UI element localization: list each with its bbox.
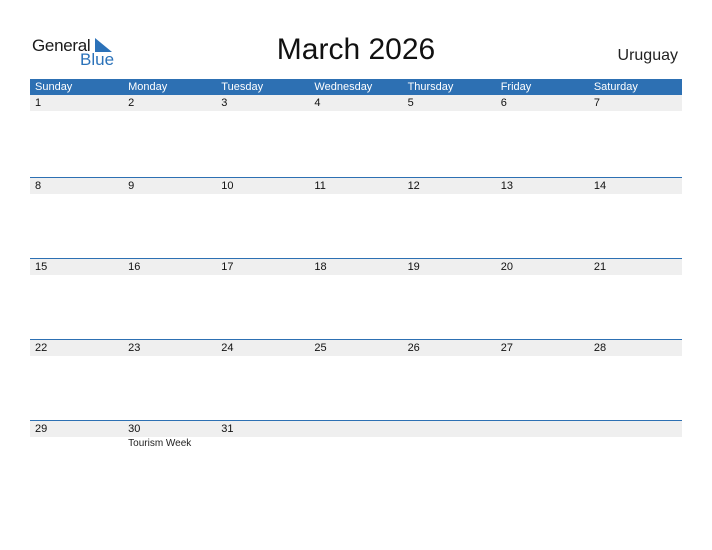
day-number: 20 (500, 261, 513, 273)
week-row: 15 16 17 18 19 20 21 (30, 258, 682, 339)
country-label: Uruguay (617, 47, 678, 64)
week-row: 29 30 31 Tourism Week (30, 420, 682, 501)
weekday-header: Sunday Monday Tuesday Wednesday Thursday Frid… (30, 79, 682, 95)
day-event (309, 437, 402, 450)
day-number: 16 (128, 261, 141, 273)
day-number: 25 (314, 342, 327, 354)
date-strip: 8 9 10 11 12 13 14 (30, 178, 682, 194)
day-number: 9 (128, 180, 135, 192)
week-row: 22 23 24 25 26 27 28 (30, 339, 682, 420)
day-number: 17 (221, 261, 234, 273)
day-number: 24 (221, 342, 234, 354)
day-number: 5 (407, 97, 414, 109)
day-number (309, 421, 402, 437)
day-event (30, 437, 123, 450)
weekday-monday: Monday (128, 81, 168, 93)
day-number: 21 (593, 261, 607, 273)
calendar-title: March 2026 (276, 33, 436, 66)
day-number: 26 (407, 342, 420, 354)
day-number (403, 421, 496, 437)
week-row: 8 9 10 11 12 13 14 (30, 177, 682, 258)
weekday-saturday: Saturday (593, 81, 638, 93)
day-number: 8 (35, 180, 42, 192)
date-strip: 22 23 24 25 26 27 28 (30, 340, 682, 356)
day-number: 10 (221, 180, 234, 192)
day-number: 7 (593, 97, 600, 109)
day-number: 12 (407, 180, 420, 192)
day-number: 15 (35, 261, 48, 273)
day-number: 4 (314, 97, 321, 109)
calendar-grid: Sunday Monday Tuesday Wednesday Thursday Frid… (30, 79, 682, 501)
day-event (496, 437, 589, 450)
weekday-thursday: Thursday (407, 81, 454, 93)
day-number (589, 421, 682, 437)
day-event (589, 437, 682, 450)
day-event (403, 437, 496, 450)
day-event (216, 437, 309, 450)
day-number: 29 (35, 423, 48, 435)
week-row: 1 2 3 4 5 6 7 (30, 95, 682, 177)
day-number: 13 (500, 180, 513, 192)
day-number: 3 (221, 97, 228, 109)
weekday-friday: Friday (500, 81, 532, 93)
day-number: 6 (500, 97, 507, 109)
day-number: 14 (593, 180, 607, 192)
day-number: 22 (35, 342, 48, 354)
day-number: 28 (593, 342, 607, 354)
day-number: 18 (314, 261, 327, 273)
day-number: 1 (35, 97, 42, 109)
day-event: Tourism Week (128, 438, 192, 449)
day-number: 2 (128, 97, 135, 109)
date-strip: 29 30 31 (30, 421, 682, 437)
weekday-tuesday: Tuesday (221, 81, 264, 93)
events-row: Tourism Week (30, 437, 682, 450)
day-number: 11 (314, 180, 326, 192)
day-number: 31 (221, 423, 234, 435)
day-number: 23 (128, 342, 141, 354)
day-number (496, 421, 589, 437)
weekday-sunday: Sunday (35, 81, 73, 93)
day-number: 30 (128, 423, 141, 435)
weekday-wednesday: Wednesday (314, 81, 373, 93)
date-strip: 1 2 3 4 5 6 7 (30, 95, 682, 111)
day-number: 27 (500, 342, 513, 354)
date-strip: 15 16 17 18 19 20 21 (30, 259, 682, 275)
day-number: 19 (407, 261, 420, 273)
